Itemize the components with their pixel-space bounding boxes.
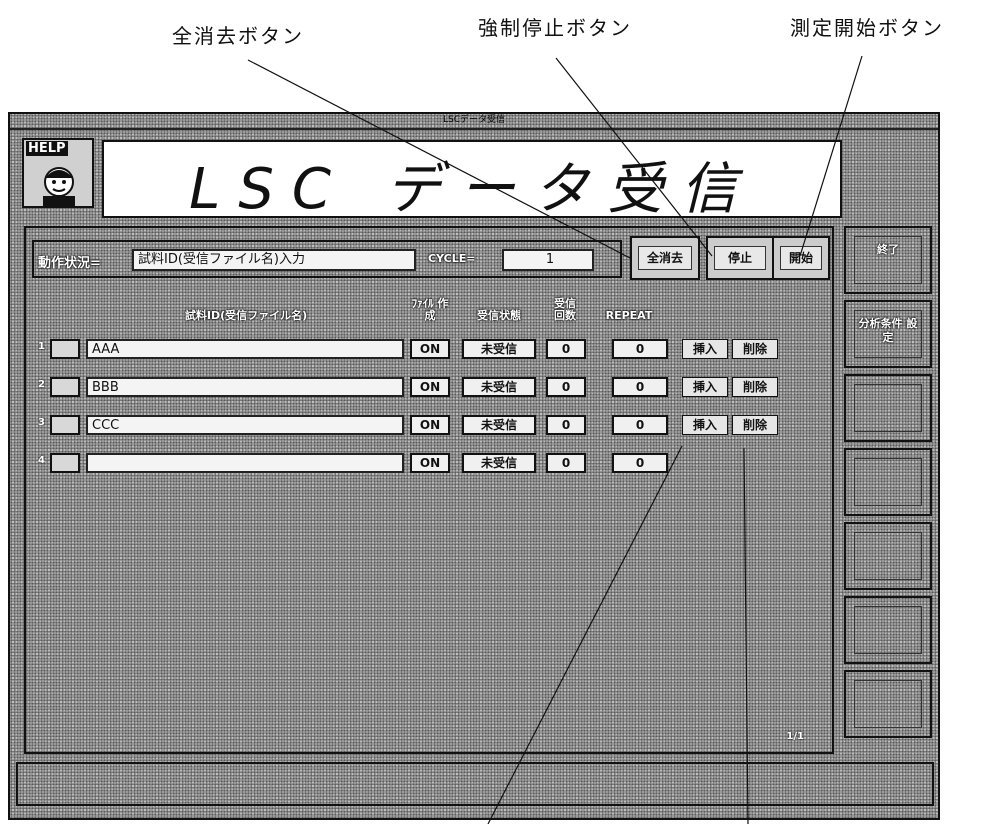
side-button-label: 終了 bbox=[854, 236, 922, 284]
side-button-7[interactable] bbox=[844, 670, 932, 738]
insert-button[interactable]: 挿入 bbox=[682, 415, 728, 435]
row-number: 3 bbox=[38, 417, 45, 428]
side-button-label bbox=[854, 532, 922, 580]
row-number: 2 bbox=[38, 379, 45, 390]
col-header-sample-id: 試料ID(受信ファイル名) bbox=[184, 309, 308, 322]
repeat-input[interactable]: 0 bbox=[612, 415, 668, 435]
table-row: 1 AAA ON 未受信 0 0 挿入 削除 bbox=[26, 336, 826, 362]
side-button-label bbox=[854, 458, 922, 506]
recv-count-cell: 0 bbox=[546, 377, 586, 397]
row-select-checkbox[interactable] bbox=[50, 453, 80, 473]
recv-status-cell: 未受信 bbox=[462, 339, 536, 359]
row-number: 4 bbox=[38, 455, 45, 466]
callout-force-stop: 強制停止ボタン bbox=[478, 16, 632, 40]
status-field: 試料ID(受信ファイル名)入力 bbox=[132, 249, 416, 271]
repeat-input[interactable]: 0 bbox=[612, 377, 668, 397]
page-indicator: 1/1 bbox=[786, 731, 804, 742]
callout-clear-all: 全消去ボタン bbox=[172, 24, 304, 48]
cycle-field: 1 bbox=[502, 249, 594, 271]
sample-id-input[interactable]: CCC bbox=[86, 415, 404, 435]
side-button-label bbox=[854, 384, 922, 432]
main-panel: 動作状況= 試料ID(受信ファイル名)入力 CYCLE= 1 全消去 停止 開始… bbox=[24, 226, 834, 754]
repeat-input[interactable]: 0 bbox=[612, 453, 668, 473]
side-button-5[interactable] bbox=[844, 522, 932, 590]
side-button-label bbox=[854, 680, 922, 728]
page-title: LSC データ受信 bbox=[189, 157, 755, 222]
recv-count-cell: 0 bbox=[546, 453, 586, 473]
help-button[interactable]: HELP bbox=[22, 138, 94, 208]
col-header-recv-status: 受信状態 bbox=[477, 309, 521, 322]
col-header-recv-count: 受信 回数 bbox=[554, 297, 576, 322]
clear-all-button-label: 全消去 bbox=[638, 246, 692, 270]
clear-all-button[interactable]: 全消去 bbox=[630, 236, 700, 280]
sample-id-input[interactable]: BBB bbox=[86, 377, 404, 397]
row-select-checkbox[interactable] bbox=[50, 415, 80, 435]
force-stop-button[interactable]: 停止 bbox=[706, 236, 774, 280]
delete-button[interactable]: 削除 bbox=[732, 415, 778, 435]
bottom-status-bar bbox=[16, 762, 934, 806]
sample-id-input[interactable] bbox=[86, 453, 404, 473]
table-row: 4 ON 未受信 0 0 bbox=[26, 450, 826, 476]
repeat-input[interactable]: 0 bbox=[612, 339, 668, 359]
table-row: 2 BBB ON 未受信 0 0 挿入 削除 bbox=[26, 374, 826, 400]
row-select-checkbox[interactable] bbox=[50, 377, 80, 397]
title-banner: LSC データ受信 bbox=[102, 140, 842, 222]
insert-button[interactable]: 挿入 bbox=[682, 339, 728, 359]
callout-start: 測定開始ボタン bbox=[790, 16, 944, 40]
side-button-2[interactable]: 分析条件 設定 bbox=[844, 300, 932, 368]
recv-status-cell: 未受信 bbox=[462, 377, 536, 397]
side-button-6[interactable] bbox=[844, 596, 932, 664]
side-button-3[interactable] bbox=[844, 374, 932, 442]
app-window: LSCデータ受信 HELP LSC データ受信 動作状況= 試料ID(受信ファイ… bbox=[8, 112, 940, 820]
side-button-label: 分析条件 設定 bbox=[854, 310, 922, 358]
start-measure-button[interactable]: 開始 bbox=[772, 236, 830, 280]
recv-status-cell: 未受信 bbox=[462, 453, 536, 473]
row-number: 1 bbox=[38, 341, 45, 352]
window-titlebar[interactable]: LSCデータ受信 bbox=[10, 114, 938, 130]
status-bar: 動作状況= 試料ID(受信ファイル名)入力 CYCLE= 1 bbox=[32, 240, 622, 278]
status-label: 動作状況= bbox=[38, 256, 101, 271]
help-character-icon bbox=[43, 167, 75, 206]
side-button-label bbox=[854, 606, 922, 654]
sample-id-input[interactable]: AAA bbox=[86, 339, 404, 359]
side-button-1[interactable]: 終了 bbox=[844, 226, 932, 294]
table-row: 3 CCC ON 未受信 0 0 挿入 削除 bbox=[26, 412, 826, 438]
recv-count-cell: 0 bbox=[546, 415, 586, 435]
recv-count-cell: 0 bbox=[546, 339, 586, 359]
insert-button[interactable]: 挿入 bbox=[682, 377, 728, 397]
col-header-repeat: REPEAT bbox=[605, 309, 653, 322]
file-create-toggle[interactable]: ON bbox=[410, 377, 450, 397]
side-button-4[interactable] bbox=[844, 448, 932, 516]
recv-status-cell: 未受信 bbox=[462, 415, 536, 435]
file-create-toggle[interactable]: ON bbox=[410, 339, 450, 359]
start-measure-button-label: 開始 bbox=[780, 246, 822, 270]
file-create-toggle[interactable]: ON bbox=[410, 415, 450, 435]
help-label: HELP bbox=[26, 141, 68, 156]
force-stop-button-label: 停止 bbox=[714, 246, 766, 270]
cycle-label: CYCLE= bbox=[428, 252, 476, 265]
delete-button[interactable]: 削除 bbox=[732, 339, 778, 359]
col-header-file-create: ﾌｧｲﾙ 作成 bbox=[411, 297, 449, 322]
row-select-checkbox[interactable] bbox=[50, 339, 80, 359]
file-create-toggle[interactable]: ON bbox=[410, 453, 450, 473]
delete-button[interactable]: 削除 bbox=[732, 377, 778, 397]
